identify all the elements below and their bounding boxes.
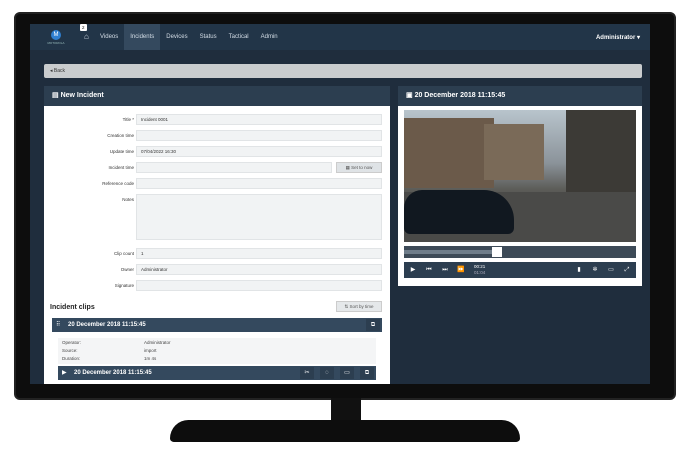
step-forward-icon[interactable]: ⏭	[438, 262, 452, 278]
field-signature: Signature	[44, 280, 390, 292]
seek-handle[interactable]	[491, 247, 502, 257]
settings-icon[interactable]: ✲	[588, 262, 602, 278]
nav-home[interactable]: 2 ⌂	[78, 24, 94, 50]
nav-devices[interactable]: Devices	[160, 24, 193, 50]
notes-textarea[interactable]	[136, 194, 382, 240]
detail-value: 1m 4s	[144, 356, 157, 361]
user-menu[interactable]: Administrator ▾	[596, 34, 640, 41]
main-nav: 2 ⌂ Videos Incidents Devices Status Tact…	[78, 24, 284, 50]
incident-header: ▤ New Incident	[44, 86, 390, 106]
sort-label: Sort by time	[349, 304, 374, 309]
signature-input[interactable]	[136, 280, 382, 291]
motorola-logo-icon: M	[51, 29, 61, 40]
cut-icon[interactable]: ✂	[300, 367, 314, 379]
field-label: Clip count	[113, 251, 134, 256]
top-navbar: M MOTOROLA 2 ⌂ Videos Incidents Devices …	[30, 24, 650, 50]
hide-icon[interactable]: ◌	[320, 367, 334, 379]
nav-videos[interactable]: Videos	[94, 24, 124, 50]
field-clip-count: Clip count 1	[44, 248, 390, 260]
video-camera-icon: ▣	[406, 92, 415, 99]
notification-badge: 2	[80, 24, 87, 31]
detail-value: Administrator	[144, 340, 171, 345]
field-label: Creation time	[107, 133, 134, 138]
copy-icon[interactable]: ⧉	[360, 367, 374, 379]
sort-by-time-button[interactable]: ⇅ Sort by time	[336, 301, 382, 312]
nav-status[interactable]: Status	[194, 24, 223, 50]
time-total: 01:04	[474, 270, 486, 275]
video-player-panel: ▣ 20 December 2018 11:15:45 ▶ ⏮ ⏭ ⏩ 00:2…	[398, 86, 642, 286]
field-incident-time: Incident time ▦ Set to now	[44, 162, 390, 174]
brand-logo[interactable]: M MOTOROLA	[42, 27, 70, 47]
set-to-now-button[interactable]: ▦ Set to now	[336, 162, 382, 173]
user-name: Administrator	[595, 34, 636, 41]
detail-key: Source:	[62, 348, 78, 353]
field-owner: Owner Administrator	[44, 264, 390, 276]
field-label: Notes	[122, 197, 134, 202]
clip-row-2[interactable]: ▶ 20 December 2018 11:15:45 ✂ ◌ ▭ ⧉	[58, 366, 376, 380]
screen-icon[interactable]: ▭	[604, 262, 618, 278]
new-incident-panel: ▤ New Incident Title * Incident 0001 Cre…	[44, 86, 390, 384]
player-header: ▣ 20 December 2018 11:15:45	[398, 86, 642, 106]
video-building-left	[404, 118, 494, 188]
home-icon: ⌂	[84, 32, 89, 41]
field-label: Owner	[120, 267, 134, 272]
clip-details: Operator: Administrator Source: import D…	[58, 338, 376, 364]
owner-input[interactable]: Administrator	[136, 264, 382, 275]
clip-row-1[interactable]: ⠿ 20 December 2018 11:15:45 ⧉	[52, 318, 382, 332]
fast-forward-icon[interactable]: ⏩	[454, 262, 468, 278]
comment-icon[interactable]: ▭	[340, 367, 354, 379]
field-reference-code: Reference code	[44, 178, 390, 190]
field-update-time: Update time 07/04/2022 16:30	[44, 146, 390, 158]
field-label: Reference code	[102, 181, 134, 186]
user-icon: ▾	[636, 34, 640, 41]
field-label: Title *	[122, 117, 134, 122]
incident-clips-heading: Incident clips	[50, 304, 95, 311]
nav-incidents[interactable]: Incidents	[124, 24, 161, 50]
screen: M MOTOROLA 2 ⌂ Videos Incidents Devices …	[30, 24, 650, 384]
player-title: 20 December 2018 11:15:45	[414, 92, 506, 99]
set-now-label: Set to now	[351, 165, 373, 170]
seek-progress	[404, 250, 497, 254]
detail-value: import	[144, 348, 157, 353]
field-notes: Notes	[44, 194, 390, 244]
nav-tactical[interactable]: Tactical	[223, 24, 255, 50]
reference-code-input[interactable]	[136, 178, 382, 189]
step-back-icon[interactable]: ⏮	[422, 262, 436, 278]
video-frame[interactable]	[404, 110, 636, 242]
drag-handle-icon[interactable]: ⠿	[56, 318, 60, 332]
monitor-base	[170, 420, 520, 442]
back-label: Back	[53, 68, 66, 74]
bookmark-icon[interactable]: ▮	[572, 262, 586, 278]
video-car	[404, 190, 514, 234]
incident-header-title: New Incident	[60, 92, 104, 99]
clip-title: 20 December 2018 11:15:45	[68, 322, 146, 328]
nav-admin[interactable]: Admin	[255, 24, 284, 50]
update-time-input[interactable]: 07/04/2022 16:30	[136, 146, 382, 157]
fullscreen-icon[interactable]: ⤢	[620, 262, 634, 278]
video-building-middle	[484, 124, 544, 180]
creation-time-input[interactable]	[136, 130, 382, 141]
play-icon[interactable]: ▶	[406, 262, 420, 278]
time-readout: 00:21 01:04	[474, 264, 485, 276]
brand-text: MOTOROLA	[47, 40, 65, 45]
field-title: Title * Incident 0001	[44, 114, 390, 126]
title-input[interactable]: Incident 0001	[136, 114, 382, 125]
document-icon: ▤	[52, 92, 61, 99]
field-label: Incident time	[108, 165, 134, 170]
field-label: Signature	[114, 283, 134, 288]
seek-bar[interactable]	[404, 246, 636, 258]
clip-count-input[interactable]: 1	[136, 248, 382, 259]
player-controls: ▶ ⏮ ⏭ ⏩ 00:21 01:04 ▮ ✲ ▭ ⤢	[404, 262, 636, 278]
detail-key: Operator:	[62, 340, 82, 345]
back-button[interactable]: ◂ Back	[44, 64, 642, 78]
copy-icon[interactable]: ⧉	[366, 319, 380, 331]
detail-key: Duration:	[62, 356, 81, 361]
video-icon: ▶	[62, 370, 67, 376]
field-creation-time: Creation time	[44, 130, 390, 142]
incident-time-input[interactable]	[136, 162, 332, 173]
field-label: Update time	[109, 149, 134, 154]
clip-title: 20 December 2018 11:15:45	[74, 370, 152, 376]
